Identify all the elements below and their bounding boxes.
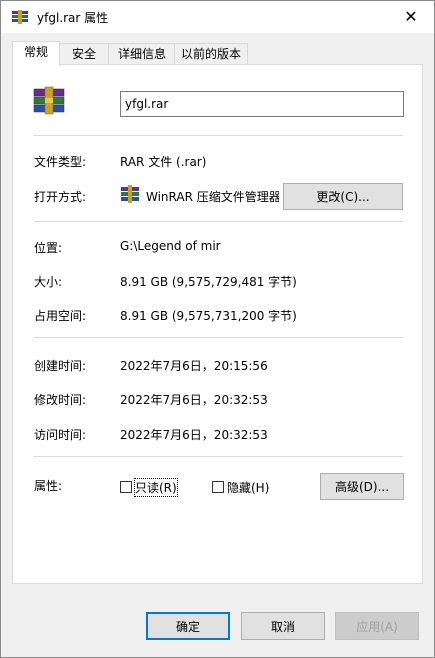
readonly-label[interactable]: 只读(R) (134, 478, 178, 497)
winrar-icon (121, 185, 139, 203)
accessed-value: 2022年7月6日，20:32:53 (120, 428, 268, 442)
created-value: 2022年7月6日，20:15:56 (120, 359, 268, 373)
size-on-disk-label: 占用空间: (34, 309, 87, 323)
tab-previous-versions[interactable]: 以前的版本 (174, 43, 248, 65)
tab-general[interactable]: 常规 (12, 41, 60, 66)
tab-details[interactable]: 详细信息 (108, 43, 176, 65)
advanced-button[interactable]: 高级(D)... (320, 473, 404, 500)
separator (34, 456, 403, 457)
location-value: G:\Legend of mir (120, 239, 221, 253)
file-type-label: 文件类型: (34, 155, 87, 169)
tab-security[interactable]: 安全 (58, 43, 110, 65)
properties-dialog: yfgl.rar 属性 ✕ 常规 安全 详细信息 以前的版本 文件类型: RAR… (0, 0, 435, 658)
cancel-button[interactable]: 取消 (241, 612, 325, 640)
change-button[interactable]: 更改(C)... (283, 183, 403, 210)
open-with-label: 打开方式: (34, 190, 87, 204)
modified-value: 2022年7月6日，20:32:53 (120, 393, 268, 407)
created-label: 创建时间: (34, 359, 87, 373)
window-title: yfgl.rar 属性 (37, 11, 109, 25)
file-type-value: RAR 文件 (.rar) (120, 155, 207, 169)
attributes-label: 属性: (34, 479, 63, 493)
ok-button[interactable]: 确定 (146, 612, 230, 640)
separator (34, 221, 403, 222)
apply-button[interactable]: 应用(A) (335, 612, 419, 640)
close-icon: ✕ (404, 7, 418, 26)
general-panel: 文件类型: RAR 文件 (.rar) 打开方式: WinRAR 压缩文件管理器… (12, 64, 423, 584)
hidden-label[interactable]: 隐藏(H) (227, 479, 269, 496)
modified-label: 修改时间: (34, 393, 87, 407)
location-label: 位置: (34, 241, 63, 255)
size-label: 大小: (34, 275, 63, 289)
hidden-checkbox[interactable] (212, 481, 224, 493)
separator (34, 337, 403, 338)
readonly-checkbox[interactable] (120, 481, 132, 493)
size-value: 8.91 GB (9,575,729,481 字节) (120, 275, 297, 289)
title-bar: yfgl.rar 属性 ✕ (1, 1, 434, 33)
rar-archive-icon (12, 10, 28, 24)
close-button[interactable]: ✕ (388, 1, 434, 33)
file-name-input[interactable] (120, 91, 404, 117)
rar-archive-icon (33, 86, 65, 115)
accessed-label: 访问时间: (34, 428, 87, 442)
open-with-value: WinRAR 压缩文件管理器 (146, 190, 279, 204)
size-on-disk-value: 8.91 GB (9,575,731,200 字节) (120, 309, 297, 323)
separator (34, 135, 403, 136)
